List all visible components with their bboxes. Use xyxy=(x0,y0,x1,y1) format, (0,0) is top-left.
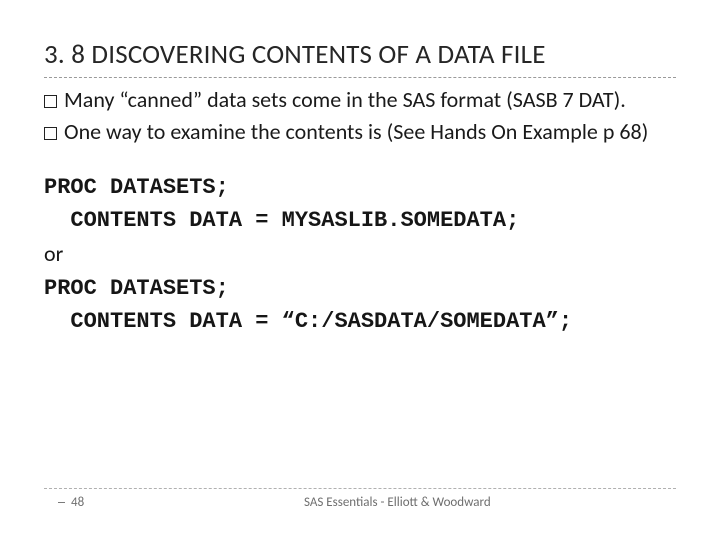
square-bullet-icon xyxy=(44,95,57,108)
tick-icon xyxy=(58,502,65,503)
bullet-item: One way to examine the contents is (See … xyxy=(44,118,676,146)
page-number: 48 xyxy=(44,495,258,510)
footer-divider xyxy=(44,488,676,489)
code-or: or xyxy=(44,240,63,267)
code-line: PROC DATASETS; xyxy=(44,175,229,200)
code-line: PROC DATASETS; xyxy=(44,276,229,301)
square-bullet-icon xyxy=(44,127,57,140)
code-line: CONTENTS DATA = MYSASLIB.SOMEDATA; xyxy=(44,208,519,233)
code-line: CONTENTS DATA = “C:/SASDATA/SOMEDATA”; xyxy=(44,309,572,334)
bullet-item: Many “canned” data sets come in the SAS … xyxy=(44,86,676,114)
bullet-text: One way to examine the contents is (See … xyxy=(64,118,648,145)
slide-footer: 48 SAS Essentials - Elliott & Woodward xyxy=(44,488,676,510)
page-number-text: 48 xyxy=(71,495,84,510)
code-block: PROC DATASETS; CONTENTS DATA = MYSASLIB.… xyxy=(44,171,676,338)
footer-row: 48 SAS Essentials - Elliott & Woodward xyxy=(44,495,676,510)
slide-title: 3. 8 DISCOVERING CONTENTS OF A DATA FILE xyxy=(44,38,676,71)
title-divider xyxy=(44,77,676,78)
bullet-list: Many “canned” data sets come in the SAS … xyxy=(44,86,676,145)
footer-attribution: SAS Essentials - Elliott & Woodward xyxy=(258,495,676,510)
slide: 3. 8 DISCOVERING CONTENTS OF A DATA FILE… xyxy=(0,0,720,540)
bullet-text: Many “canned” data sets come in the SAS … xyxy=(64,86,626,113)
